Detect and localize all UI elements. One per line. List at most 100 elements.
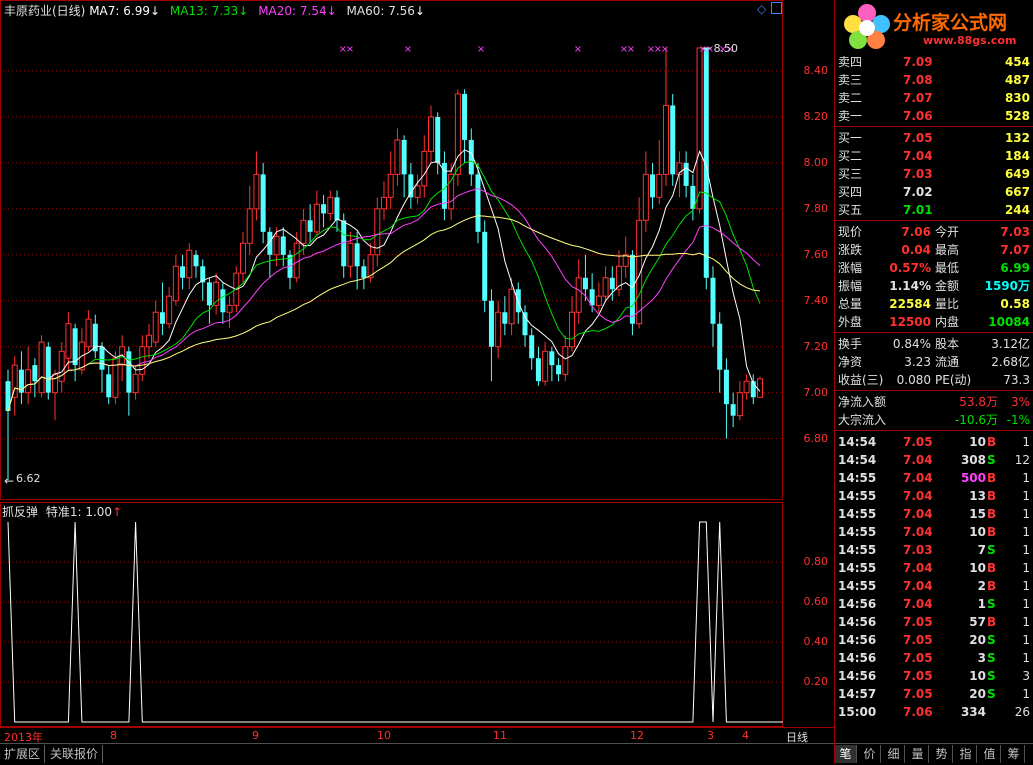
price-tick-label: 7.40	[803, 293, 829, 307]
candle	[11, 355, 18, 416]
tick-price: 7.04	[903, 489, 933, 503]
candle	[609, 266, 615, 301]
flow-value: -10.6万	[954, 413, 998, 427]
order-price: 7.01	[903, 203, 933, 217]
candle-body	[482, 231, 488, 301]
stat-value: 3.12亿	[991, 337, 1030, 351]
candle-body	[401, 139, 407, 175]
ma20-label: MA20: 7.54	[258, 4, 327, 18]
candle	[25, 346, 32, 405]
candle	[313, 190, 320, 237]
candle	[159, 282, 165, 336]
tick-count: 1	[1022, 597, 1030, 611]
tick-side: B	[987, 615, 997, 629]
candle	[414, 174, 421, 205]
ma7-label: MA7: 6.99	[89, 4, 150, 18]
logo: 分析家公式网 www.88gs.com	[835, 0, 1033, 55]
candle	[569, 296, 575, 352]
tick-count: 1	[1022, 471, 1030, 485]
candle-body	[172, 265, 179, 302]
panel-tab[interactable]: 指	[955, 745, 977, 763]
order-row-buy: 买一 7.05 132	[835, 129, 1033, 147]
panel-tab[interactable]: 势	[931, 745, 953, 763]
panel-tab[interactable]: 价	[859, 745, 881, 763]
candle-body	[575, 277, 582, 313]
candle-body	[462, 93, 468, 140]
price-tick-label: 8.20	[803, 109, 829, 123]
indicator-axis: 0.80 0.60 0.40 0.20	[783, 502, 834, 727]
indicator-frame	[0, 502, 783, 727]
diamond-icon[interactable]: ◇	[757, 2, 766, 16]
flow-percent: 3%	[1010, 395, 1030, 409]
tab-extension[interactable]: 扩展区	[0, 745, 46, 763]
tick-side: B	[987, 579, 997, 593]
tick-side: B	[987, 525, 997, 539]
candle	[361, 259, 367, 290]
candle	[556, 358, 562, 382]
candle	[180, 254, 186, 290]
candle-body	[139, 346, 146, 375]
panel-tab[interactable]: 量	[907, 745, 929, 763]
tick-volume: 57	[969, 615, 986, 629]
order-price: 7.06	[903, 109, 933, 123]
candle-body	[313, 203, 320, 233]
indicator-chart[interactable]	[0, 502, 783, 727]
candle-body	[562, 346, 569, 375]
candle-body	[293, 242, 300, 279]
tick-volume: 308	[960, 453, 986, 467]
candle-body	[428, 116, 434, 152]
candle	[535, 346, 541, 386]
tab-related-quote[interactable]: 关联报价	[46, 745, 104, 763]
candle-body	[38, 341, 45, 394]
signal-marker: ×	[346, 44, 354, 55]
candle	[374, 197, 381, 267]
panel-tab[interactable]: 值	[979, 745, 1001, 763]
candle	[743, 374, 750, 400]
panel-tab[interactable]: 细	[883, 745, 905, 763]
signal-marker: ×	[661, 44, 669, 55]
maximize-icon[interactable]	[771, 2, 782, 14]
candle-body	[334, 197, 340, 221]
tick-time: 14:55	[838, 543, 877, 557]
panel-tabs: 笔价细量势指值筹	[835, 743, 1033, 765]
tick-count: 1	[1022, 579, 1030, 593]
candle-body	[757, 378, 763, 398]
candle-body	[670, 105, 676, 175]
panel-tab[interactable]: 筹	[1003, 745, 1025, 763]
chart-header: 丰原药业(日线) MA7: 6.99↓ MA13: 7.33↓ MA20: 7.…	[4, 2, 425, 19]
candle-body	[52, 373, 58, 394]
candle-body	[710, 277, 716, 324]
tick-side: B	[987, 507, 997, 521]
candle	[381, 181, 387, 221]
stat-row: 收益(三) 0.080 PE(动) 73.3	[835, 371, 1033, 389]
tick-side: S	[987, 651, 996, 665]
candle	[119, 335, 126, 382]
tick-row: 14:57 7.05 20 S 1	[835, 685, 1033, 703]
candle	[32, 358, 38, 398]
tick-price: 7.05	[903, 615, 933, 629]
candle	[435, 112, 441, 175]
stat-row: 外盘 12500 内盘 10084	[835, 313, 1033, 331]
date-label: 10	[377, 729, 391, 742]
tick-count: 1	[1022, 489, 1030, 503]
price-chart[interactable]: ×× × × × ×× ××× ×× ××8.506.62←	[0, 0, 783, 500]
candle	[85, 309, 92, 352]
candle	[38, 335, 45, 398]
candle-body	[126, 351, 132, 393]
stat-value: 2.68亿	[991, 355, 1030, 369]
price-tick-label: 8.00	[803, 155, 829, 169]
stat-row: 净资 3.23 流通 2.68亿	[835, 353, 1033, 371]
tick-count: 1	[1022, 561, 1030, 575]
flower-logo-icon	[844, 4, 890, 49]
order-label: 买五	[838, 203, 863, 217]
divider	[835, 430, 1033, 431]
tick-side: B	[987, 435, 997, 449]
candle-body	[515, 289, 521, 313]
stat-row: 现价 7.06 今开 7.03	[835, 223, 1033, 241]
tick-time: 14:55	[838, 525, 877, 539]
candle	[529, 328, 535, 370]
tick-price: 7.04	[903, 579, 933, 593]
candle	[723, 358, 729, 439]
candle-body	[32, 365, 38, 382]
panel-tab[interactable]: 笔	[835, 745, 857, 763]
